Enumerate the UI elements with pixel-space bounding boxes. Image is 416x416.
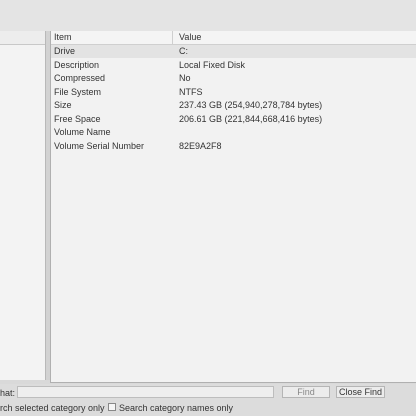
top-strip [0, 0, 416, 31]
row-item: Volume Serial Number [54, 141, 145, 151]
row-item: Compressed [54, 73, 106, 83]
row-item: Volume Name [54, 127, 111, 137]
column-header-item[interactable]: Item [54, 31, 72, 44]
category-tree-header [0, 31, 45, 45]
table-row[interactable]: Description Local Fixed Disk [51, 59, 416, 72]
table-row[interactable]: Drive C: [51, 45, 416, 58]
row-value: C: [179, 46, 188, 56]
row-value: NTFS [179, 87, 203, 97]
find-bar: hat: Find Close Find rch selected catego… [0, 384, 416, 416]
category-tree-pane[interactable] [0, 31, 46, 380]
table-row[interactable]: Volume Serial Number 82E9A2F8 [51, 140, 416, 153]
find-button[interactable]: Find [282, 386, 330, 398]
find-what-input[interactable] [17, 386, 274, 398]
list-header: Item Value [51, 31, 416, 45]
row-value: 206.61 GB (221,844,668,416 bytes) [179, 114, 323, 124]
row-item: Drive [54, 46, 76, 56]
find-what-label: hat: [0, 388, 16, 398]
row-value: 82E9A2F8 [179, 141, 222, 151]
row-item: Size [54, 100, 72, 110]
row-value: 237.43 GB (254,940,278,784 bytes) [179, 100, 323, 110]
search-category-names-checkbox[interactable] [108, 403, 116, 411]
close-find-button[interactable]: Close Find [336, 386, 385, 398]
search-selected-category-label[interactable]: rch selected category only [0, 402, 105, 414]
table-row[interactable]: Size 237.43 GB (254,940,278,784 bytes) [51, 99, 416, 112]
search-category-names-label[interactable]: Search category names only [119, 402, 233, 414]
row-value: Local Fixed Disk [179, 60, 246, 70]
table-row[interactable]: File System NTFS [51, 86, 416, 99]
row-item: File System [54, 87, 102, 97]
details-list-pane[interactable]: Item Value Drive C: Description Local Fi… [50, 31, 416, 383]
row-value: No [179, 73, 191, 83]
table-row[interactable]: Compressed No [51, 72, 416, 85]
table-row[interactable]: Volume Name [51, 126, 416, 139]
row-item: Free Space [54, 114, 101, 124]
row-item: Description [54, 60, 100, 70]
table-row[interactable]: Free Space 206.61 GB (221,844,668,416 by… [51, 113, 416, 126]
column-header-value[interactable]: Value [179, 31, 201, 44]
column-divider[interactable] [172, 31, 173, 44]
